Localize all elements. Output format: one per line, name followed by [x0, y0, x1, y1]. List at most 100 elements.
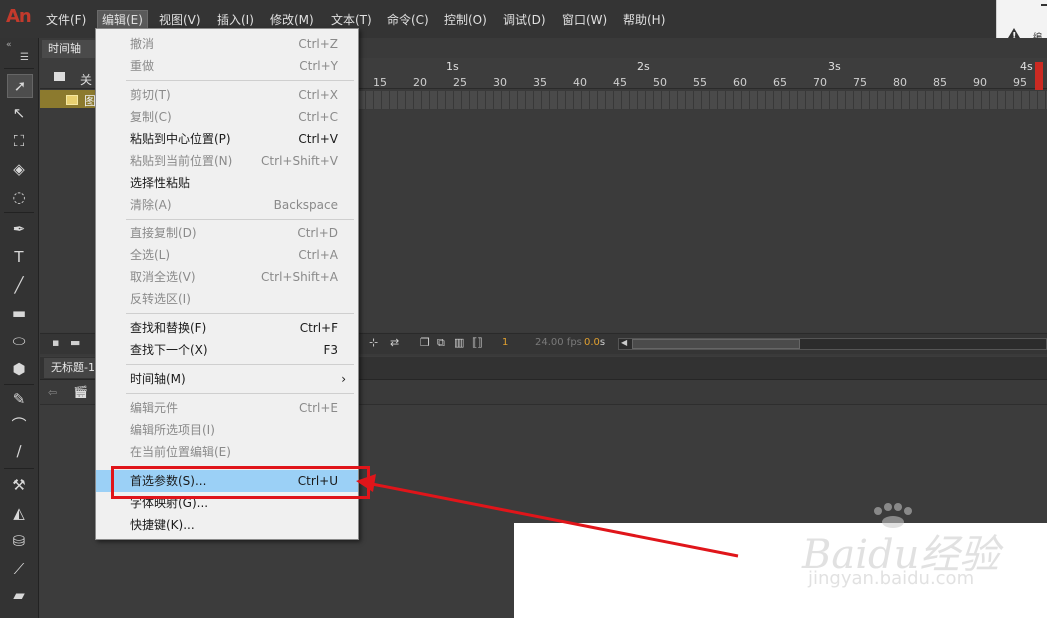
- divider: [4, 68, 34, 69]
- frame-rate[interactable]: 24.00 fps: [535, 337, 582, 348]
- menu-item-edit-symbols[interactable]: 编辑元件 Ctrl+E: [96, 397, 358, 419]
- menu-item-shortcut: Ctrl+Z: [298, 37, 338, 51]
- menu-item-label: 清除(A): [130, 198, 172, 212]
- selection-tool-icon[interactable]: ➚: [7, 74, 33, 98]
- bone-tool-icon[interactable]: ⚒: [7, 474, 31, 496]
- paint-bucket-tool-icon[interactable]: ◭: [7, 502, 31, 524]
- rectangle-tool-icon[interactable]: ▬: [7, 302, 31, 324]
- modify-markers-icon[interactable]: ⟦⟧: [472, 337, 484, 348]
- menu-item-shortcut: Backspace: [273, 198, 338, 212]
- ruler-frame-label: 75: [853, 76, 867, 89]
- menu-item-cut[interactable]: 剪切(T) Ctrl+X: [96, 84, 358, 106]
- menu-item-timeline[interactable]: 时间轴(M) ›: [96, 368, 358, 390]
- menu-item-paste-special[interactable]: 选择性粘贴: [96, 172, 358, 194]
- menu-text[interactable]: 文本(T): [327, 11, 376, 29]
- tab-timeline[interactable]: 时间轴: [42, 40, 100, 58]
- menu-item-copy[interactable]: 复制(C) Ctrl+C: [96, 106, 358, 128]
- ruler-frame-label: 65: [773, 76, 787, 89]
- menu-item-invert-selection[interactable]: 反转选区(I): [96, 288, 358, 310]
- onion-skin-icon[interactable]: ❐: [420, 337, 432, 348]
- eyedropper-tool-icon[interactable]: ⟋: [7, 558, 31, 580]
- menu-item-label: 编辑所选项目(I): [130, 423, 215, 437]
- eraser-tool-icon[interactable]: ▰: [7, 584, 31, 606]
- playhead[interactable]: [1035, 62, 1043, 90]
- menu-item-label: 反转选区(I): [130, 292, 191, 306]
- line-tool-icon[interactable]: ╱: [7, 274, 31, 296]
- menu-item-label: 查找和替换(F): [130, 321, 207, 335]
- ruler-frame-label: 85: [933, 76, 947, 89]
- ruler-second-label: 2s: [637, 60, 650, 73]
- menu-item-label: 重做: [130, 59, 155, 73]
- menu-item-label: 在当前位置编辑(E): [130, 445, 231, 459]
- menu-item-undo[interactable]: 撤消 Ctrl+Z: [96, 33, 358, 55]
- menu-window[interactable]: 窗口(W): [558, 11, 611, 29]
- scroll-left-icon[interactable]: ◀: [621, 338, 627, 347]
- menu-edit[interactable]: 编辑(E): [97, 10, 148, 30]
- brush-tool-icon[interactable]: ∕: [7, 440, 31, 462]
- onion-outline-icon[interactable]: ⧉: [437, 337, 449, 348]
- menu-debug[interactable]: 调试(D): [499, 11, 550, 29]
- menu-item-clear[interactable]: 清除(A) Backspace: [96, 194, 358, 216]
- back-arrow-icon[interactable]: ⇦: [48, 386, 57, 399]
- menu-item-shortcut: Ctrl+Y: [299, 59, 338, 73]
- divider: [4, 212, 34, 213]
- menu-item-deselect-all[interactable]: 取消全选(V) Ctrl+Shift+A: [96, 266, 358, 288]
- app-logo: An: [6, 6, 32, 27]
- menu-view[interactable]: 视图(V): [155, 11, 205, 29]
- scene-icon[interactable]: 🎬︎: [73, 385, 88, 399]
- free-transform-tool-icon[interactable]: ⛶: [7, 130, 31, 152]
- elapsed-time-value: 0.0: [584, 337, 600, 348]
- menu-modify[interactable]: 修改(M): [266, 11, 318, 29]
- menu-item-label: 时间轴(M): [130, 372, 186, 386]
- frame-cells[interactable]: [358, 91, 1047, 109]
- center-frame-icon[interactable]: ⊹: [369, 337, 381, 348]
- collapse-icon[interactable]: «: [6, 40, 12, 50]
- lasso-tool-icon[interactable]: ◌: [7, 186, 31, 208]
- polystar-tool-icon[interactable]: ⬢: [7, 358, 31, 380]
- ruler-second-label: 1s: [446, 60, 459, 73]
- menu-item-label: 粘贴到中心位置(P): [130, 132, 231, 146]
- pencil-tool-icon[interactable]: ✎: [7, 388, 31, 410]
- menu-item-label: 粘贴到当前位置(N): [130, 154, 233, 168]
- ruler-frame-label: 20: [413, 76, 427, 89]
- menu-control[interactable]: 控制(O): [440, 11, 491, 29]
- loop-icon[interactable]: ⇄: [390, 337, 402, 348]
- menu-insert[interactable]: 插入(I): [213, 11, 258, 29]
- menu-item-find-replace[interactable]: 查找和替换(F) Ctrl+F: [96, 317, 358, 339]
- menu-commands[interactable]: 命令(C): [383, 11, 433, 29]
- menu-file[interactable]: 文件(F): [42, 11, 90, 29]
- new-folder-icon[interactable]: ▬: [70, 337, 82, 348]
- ruler-frame-label: 60: [733, 76, 747, 89]
- scrollbar-thumb[interactable]: [632, 339, 800, 349]
- menu-help[interactable]: 帮助(H): [619, 11, 669, 29]
- 3d-rotation-tool-icon[interactable]: ◈: [7, 158, 31, 180]
- oval-tool-icon[interactable]: ⬭: [7, 330, 31, 352]
- menu-separator: [126, 80, 354, 81]
- menu-item-duplicate[interactable]: 直接复制(D) Ctrl+D: [96, 222, 358, 244]
- subselection-tool-icon[interactable]: ↖: [7, 102, 31, 124]
- menu-item-select-all[interactable]: 全选(L) Ctrl+A: [96, 244, 358, 266]
- menu-item-find-next[interactable]: 查找下一个(X) F3: [96, 339, 358, 361]
- text-tool-icon[interactable]: T: [7, 246, 31, 268]
- menu-item-edit-selected[interactable]: 编辑所选项目(I): [96, 419, 358, 441]
- watermark-url: jingyan.baidu.com: [808, 568, 975, 589]
- ruler-frame-label: 35: [533, 76, 547, 89]
- ruler-frame-label: 25: [453, 76, 467, 89]
- ink-bottle-tool-icon[interactable]: ⛁: [7, 530, 31, 552]
- menu-item-shortcut: Ctrl+Shift+V: [261, 154, 338, 168]
- new-layer-icon[interactable]: ▪: [52, 337, 64, 348]
- menu-item-shortcut: F3: [323, 343, 338, 357]
- menu-item-paste-in-place[interactable]: 粘贴到当前位置(N) Ctrl+Shift+V: [96, 150, 358, 172]
- menu-item-redo[interactable]: 重做 Ctrl+Y: [96, 55, 358, 77]
- pen-tool-icon[interactable]: ✒: [7, 218, 31, 240]
- menu-separator: [126, 364, 354, 365]
- menu-item-paste-center[interactable]: 粘贴到中心位置(P) Ctrl+V: [96, 128, 358, 150]
- menu-item-shortcuts[interactable]: 快捷键(K)...: [96, 514, 358, 536]
- menu-item-shortcut: Ctrl+Shift+A: [261, 270, 338, 284]
- edit-multiple-frames-icon[interactable]: ▥: [454, 337, 466, 348]
- menu-item-label: 取消全选(V): [130, 270, 196, 284]
- paint-brush-tool-icon[interactable]: ⌒: [7, 414, 31, 436]
- menu-item-edit-in-place[interactable]: 在当前位置编辑(E): [96, 441, 358, 463]
- panel-menu-icon[interactable]: ☰: [20, 52, 29, 63]
- elapsed-time[interactable]: 0.0s: [584, 337, 605, 348]
